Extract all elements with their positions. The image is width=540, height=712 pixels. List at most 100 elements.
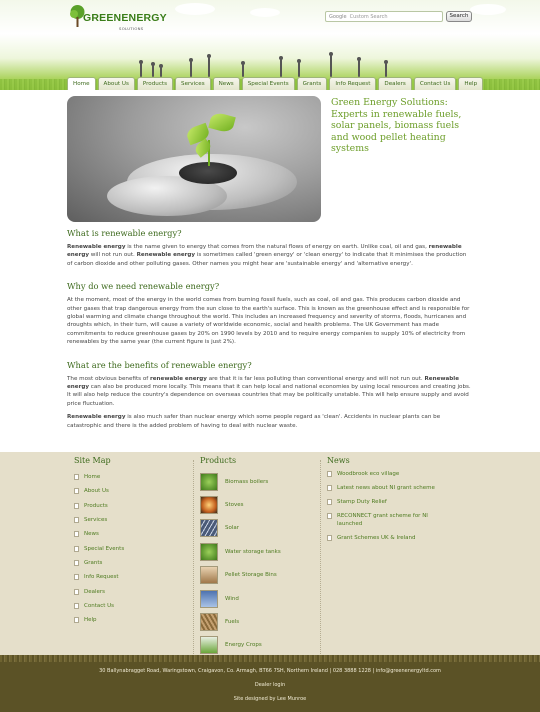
people-silhouettes bbox=[130, 32, 410, 77]
biomass-boiler-thumbnail bbox=[200, 472, 218, 491]
page-icon bbox=[74, 488, 79, 495]
page-icon bbox=[74, 617, 79, 624]
person-silhouette bbox=[241, 61, 245, 77]
sitemap-link[interactable]: Contact Us bbox=[74, 599, 189, 613]
nav-tab-news[interactable]: News bbox=[212, 77, 240, 90]
page-icon bbox=[74, 502, 79, 509]
sitemap-link[interactable]: Dealers bbox=[74, 584, 189, 598]
person-silhouette bbox=[384, 60, 388, 77]
article: What is renewable energy? Renewable ener… bbox=[67, 228, 473, 435]
paragraph: The most obvious benefits of renewable e… bbox=[67, 375, 471, 407]
nav-tab-services[interactable]: Services bbox=[175, 77, 211, 90]
energy-crop-thumbnail bbox=[200, 636, 218, 655]
nav-tab-info-request[interactable]: Info Request bbox=[329, 77, 377, 90]
stove-thumbnail bbox=[200, 496, 218, 515]
page-icon bbox=[327, 471, 332, 477]
sitemap-link[interactable]: Help bbox=[74, 613, 189, 627]
page-icon bbox=[74, 517, 79, 524]
person-silhouette bbox=[139, 60, 143, 77]
paragraph: Renewable energy is the name given to en… bbox=[67, 244, 467, 267]
person-silhouette bbox=[329, 52, 333, 77]
product-link-water-storage-tanks[interactable]: Water storage tanks bbox=[200, 540, 318, 563]
cloud bbox=[250, 8, 280, 17]
nav-tab-dealers[interactable]: Dealers bbox=[378, 77, 412, 90]
product-link-energy-crops[interactable]: Energy Crops bbox=[200, 634, 318, 657]
nav-tab-about-us[interactable]: About Us bbox=[97, 77, 135, 90]
paragraph: Renewable energy is also much safer than… bbox=[67, 414, 441, 429]
designer-credit: Site designed by Lee Munroe bbox=[233, 696, 307, 702]
sitemap-link[interactable]: Services bbox=[74, 513, 189, 527]
news-link[interactable]: Grant Schemes UK & Ireland bbox=[327, 534, 467, 542]
products-column: Products Biomass boilers Stoves Solar Wa… bbox=[200, 452, 318, 657]
nav-tab-grants[interactable]: Grants bbox=[296, 77, 328, 90]
site-logo[interactable]: GREENENERGY SOLUTIONS bbox=[67, 5, 167, 35]
search-brand-label: Google bbox=[329, 14, 347, 20]
main-content: Green Energy Solutions: Experts in renew… bbox=[0, 90, 540, 452]
nav-tab-contact-us[interactable]: Contact Us bbox=[413, 77, 457, 90]
sitemap-link[interactable]: About Us bbox=[74, 484, 189, 498]
page-icon bbox=[74, 531, 79, 538]
page-icon bbox=[327, 499, 332, 505]
page-icon bbox=[74, 545, 79, 552]
column-divider bbox=[320, 460, 321, 656]
nav-tab-products[interactable]: Products bbox=[136, 77, 174, 90]
page-icon bbox=[74, 588, 79, 595]
product-link-biomass-boilers[interactable]: Biomass boilers bbox=[200, 470, 318, 493]
news-column: News Woodbrook eco village Latest news a… bbox=[327, 452, 467, 548]
sitemap-column: Site Map Home About Us Products Services… bbox=[74, 452, 189, 627]
water-tank-thumbnail bbox=[200, 542, 218, 561]
sitemap-heading: Site Map bbox=[74, 456, 111, 465]
product-link-stoves[interactable]: Stoves bbox=[200, 493, 318, 516]
product-link-solar[interactable]: Solar bbox=[200, 517, 318, 540]
sitemap-link[interactable]: Special Events bbox=[74, 541, 189, 555]
footer-address: 30 Ballynabragget Road, Waringstown, Cra… bbox=[99, 668, 441, 674]
page-icon bbox=[327, 485, 332, 491]
wind-turbine-thumbnail bbox=[200, 589, 218, 608]
nav-tab-special-events[interactable]: Special Events bbox=[241, 77, 295, 90]
product-link-fuels[interactable]: Fuels bbox=[200, 610, 318, 633]
person-silhouette bbox=[189, 58, 193, 77]
sitemap-link[interactable]: News bbox=[74, 527, 189, 541]
news-link[interactable]: Latest news about NI grant scheme bbox=[327, 484, 467, 492]
nav-tab-help[interactable]: Help bbox=[458, 77, 484, 90]
dealer-login-link[interactable]: Dealer login bbox=[0, 682, 540, 688]
products-heading: Products bbox=[200, 456, 237, 465]
logo-text: GREENENERGY bbox=[83, 12, 167, 24]
sitemap-link[interactable]: Info Request bbox=[74, 570, 189, 584]
news-link[interactable]: Woodbrook eco village bbox=[327, 470, 467, 478]
nav-tab-home[interactable]: Home bbox=[67, 77, 96, 90]
grass-edge bbox=[0, 655, 540, 662]
page-icon bbox=[74, 574, 79, 581]
news-link[interactable]: Stamp Duty Relief bbox=[327, 498, 467, 506]
person-silhouette bbox=[151, 62, 155, 77]
column-divider bbox=[193, 460, 194, 656]
person-silhouette bbox=[159, 64, 163, 77]
page-icon bbox=[327, 535, 332, 541]
page-icon bbox=[74, 474, 79, 481]
news-heading: News bbox=[327, 456, 350, 465]
solar-panel-thumbnail bbox=[200, 519, 218, 538]
search-input[interactable]: Google Custom Search bbox=[325, 11, 443, 22]
sitemap-link[interactable]: Home bbox=[74, 470, 189, 484]
cloud bbox=[175, 3, 215, 15]
section-heading: Why do we need renewable energy? bbox=[67, 281, 220, 292]
section-heading: What are the benefits of renewable energ… bbox=[67, 359, 252, 370]
sitemap-link[interactable]: Products bbox=[74, 499, 189, 513]
page-icon bbox=[74, 559, 79, 566]
search-placeholder: Custom Search bbox=[349, 14, 388, 20]
product-link-wind[interactable]: Wind bbox=[200, 587, 318, 610]
site-footer: 30 Ballynabragget Road, Waringstown, Cra… bbox=[0, 655, 540, 712]
page-icon bbox=[327, 513, 332, 519]
product-link-pellet-storage-bins[interactable]: Pellet Storage Bins bbox=[200, 564, 318, 587]
leaf-shape bbox=[208, 111, 236, 134]
section-heading: What is renewable energy? bbox=[67, 228, 182, 238]
pellet-bin-thumbnail bbox=[200, 566, 218, 585]
news-link[interactable]: RECONNECT grant scheme for NI launched bbox=[327, 512, 467, 528]
person-silhouette bbox=[279, 56, 283, 77]
person-silhouette bbox=[207, 54, 211, 77]
fuel-thumbnail bbox=[200, 613, 218, 632]
footer-links-panel: Site Map Home About Us Products Services… bbox=[0, 452, 540, 660]
sitemap-link[interactable]: Grants bbox=[74, 556, 189, 570]
search-button[interactable]: Search bbox=[446, 11, 472, 22]
hero-tagline: Green Energy Solutions: Experts in renew… bbox=[331, 97, 462, 154]
